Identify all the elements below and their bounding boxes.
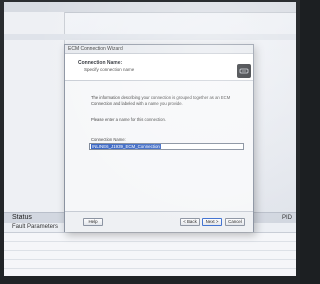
help-button[interactable]: Help — [83, 218, 103, 226]
dialog-titlebar[interactable]: ECM Connection Wizard — [65, 45, 253, 54]
wizard-step-subtitle: Specify connection name — [84, 67, 135, 72]
pid-column-label: PID — [281, 215, 292, 221]
wizard-footer: Help < Back Next > Cancel — [65, 211, 253, 232]
dialog-title: ECM Connection Wizard — [68, 46, 123, 52]
wizard-header: Connection Name: Specify connection name — [65, 54, 253, 81]
name-prompt-text: Please enter a name for this connection. — [91, 117, 166, 122]
connection-info-text: The information describing your connecti… — [91, 95, 231, 106]
screen: Status PID Fault Parameters ECM Connecti… — [4, 2, 296, 276]
wizard-body: The information describing your connecti… — [65, 81, 253, 209]
wizard-step-title: Connection Name: — [78, 60, 123, 66]
back-button[interactable]: < Back — [180, 218, 200, 226]
ecm-connection-wizard-dialog: ECM Connection Wizard Connection Name: S… — [64, 44, 254, 232]
fault-parameters-label: Fault Parameters — [12, 224, 59, 230]
status-label: Status — [12, 214, 32, 221]
background-data-grid — [4, 233, 296, 276]
next-button[interactable]: Next > — [202, 218, 222, 226]
connection-name-label: Connection Name: — [91, 137, 126, 142]
cancel-button[interactable]: Cancel — [225, 218, 245, 226]
monitor-bezel: Status PID Fault Parameters ECM Connecti… — [0, 0, 300, 284]
connection-name-value: INLINE6_J1939_ECM_Connection — [91, 144, 161, 149]
background-strip — [4, 34, 296, 40]
wizard-logo-icon — [237, 64, 251, 78]
background-left-panel — [4, 12, 65, 212]
connection-name-input[interactable]: INLINE6_J1939_ECM_Connection — [89, 143, 244, 150]
